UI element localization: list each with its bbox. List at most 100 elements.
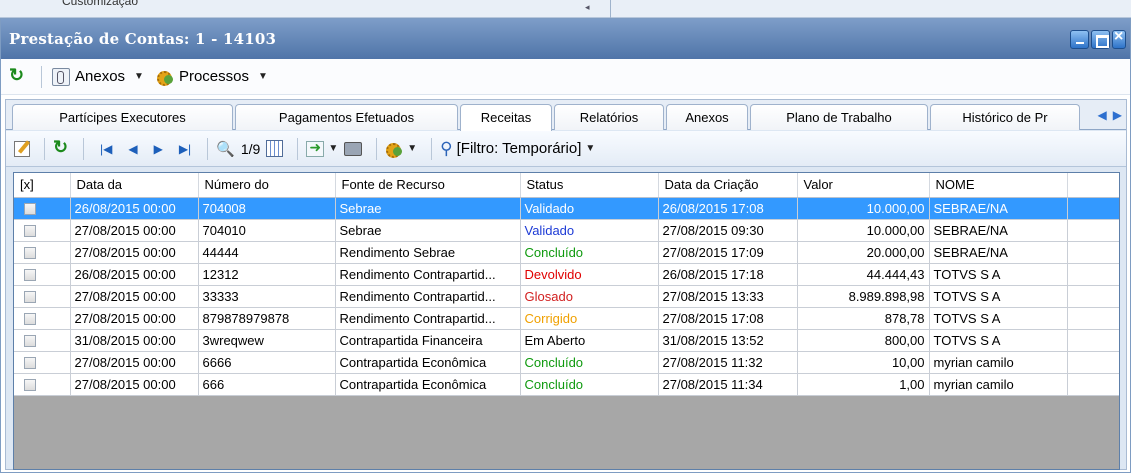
- cell-extra: [1067, 197, 1119, 220]
- cell-nome: TOTVS S A: [929, 263, 1068, 286]
- column-header[interactable]: Data da: [70, 173, 199, 198]
- row-select-cell: [14, 263, 71, 286]
- pin-icon[interactable]: ◂: [585, 2, 590, 13]
- column-header[interactable]: Data da Criação: [658, 173, 798, 198]
- receitas-table: [x] Data da Número do Fonte de Recurso Statu…: [14, 173, 1119, 396]
- edit-button[interactable]: [14, 140, 30, 157]
- anexos-menu[interactable]: Anexos ▼: [52, 67, 144, 86]
- cell-data: 27/08/2015 00:00: [70, 351, 199, 374]
- maximize-button[interactable]: [1091, 30, 1110, 49]
- row-select-cell: [14, 241, 71, 264]
- column-header[interactable]: Status: [520, 173, 659, 198]
- tab-plano-de-trabalho[interactable]: Plano de Trabalho: [750, 104, 928, 130]
- close-button[interactable]: [1112, 28, 1126, 49]
- cell-valor: 10.000,00: [797, 197, 930, 220]
- refresh-icon: [9, 65, 25, 86]
- prev-page-button[interactable]: ◀: [128, 142, 137, 156]
- tab-scroll-right-icon[interactable]: ▶: [1113, 108, 1122, 122]
- cell-valor: 44.444,43: [797, 263, 930, 286]
- export-button[interactable]: ▼: [306, 139, 338, 157]
- tab-label: Anexos: [685, 110, 729, 125]
- row-checkbox[interactable]: [24, 291, 36, 304]
- cell-status: Concluído: [520, 241, 659, 264]
- table-row[interactable]: 26/08/2015 00:00 12312 Rendimento Contrapa…: [14, 263, 1119, 286]
- tab-historico[interactable]: Histórico de Pr: [930, 104, 1080, 130]
- table-row[interactable]: 27/08/2015 00:00 879878979878 Rendimento C…: [14, 307, 1119, 330]
- cell-fonte: Rendimento Sebrae: [335, 241, 521, 264]
- cell-nome: TOTVS S A: [929, 307, 1068, 330]
- window-controls: [1070, 28, 1126, 49]
- filter-dropdown[interactable]: ⚲ [Filtro: Temporário] ▼: [440, 139, 595, 159]
- refresh-button[interactable]: [9, 65, 25, 86]
- grid-toolbar: |◀ ◀ ▶ ▶| 🔍 1/9 ▼ ▼ ⚲ [Filtro: Temporári…: [6, 131, 1126, 167]
- grid-refresh-button[interactable]: [53, 137, 69, 158]
- cell-fonte: Sebrae: [335, 197, 521, 220]
- cell-criacao: 27/08/2015 17:08: [658, 307, 798, 330]
- chevron-down-icon: ▼: [585, 143, 596, 154]
- column-header[interactable]: Valor: [797, 173, 930, 198]
- cell-fonte: Rendimento Contrapartid...: [335, 285, 521, 308]
- row-checkbox[interactable]: [24, 247, 36, 260]
- column-header[interactable]: Número do: [198, 173, 336, 198]
- table-row[interactable]: 26/08/2015 00:00 704008 Sebrae Validado 26/0…: [14, 197, 1119, 220]
- cell-numero: 44444: [198, 241, 336, 264]
- cell-valor: 8.989.898,98: [797, 285, 930, 308]
- chevron-down-icon: ▼: [407, 143, 418, 154]
- cell-status: Glosado: [520, 285, 659, 308]
- cell-valor: 878,78: [797, 307, 930, 330]
- column-header[interactable]: Fonte de Recurso: [335, 173, 521, 198]
- background-label: Customização: [62, 0, 139, 8]
- tab-label: Partícipes Executores: [59, 110, 186, 125]
- cell-data: 27/08/2015 00:00: [70, 241, 199, 264]
- column-header[interactable]: [x]: [14, 173, 71, 198]
- minimize-button[interactable]: [1070, 30, 1089, 49]
- tab-scroll-left-icon[interactable]: ◀: [1098, 108, 1107, 122]
- prestacao-contas-window: Prestação de Contas: 1 - 14103 Anexos ▼ …: [0, 18, 1131, 473]
- tab-label: Histórico de Pr: [962, 110, 1048, 125]
- first-page-button[interactable]: |◀: [100, 142, 112, 156]
- tab-pagamentos-efetuados[interactable]: Pagamentos Efetuados: [235, 104, 458, 130]
- cell-criacao: 26/08/2015 17:08: [658, 197, 798, 220]
- receitas-grid: [x] Data da Número do Fonte de Recurso Statu…: [13, 172, 1120, 470]
- table-row[interactable]: 27/08/2015 00:00 666 Contrapartida Econômi…: [14, 373, 1119, 396]
- print-button[interactable]: [344, 141, 363, 156]
- table-row[interactable]: 31/08/2015 00:00 3wreqwew Contrapartida Fi…: [14, 329, 1119, 352]
- cell-numero: 12312: [198, 263, 336, 286]
- column-header[interactable]: NOME: [929, 173, 1068, 198]
- cell-nome: SEBRAE/NA: [929, 197, 1068, 220]
- table-row[interactable]: 27/08/2015 00:00 704010 Sebrae Validado 27/0…: [14, 219, 1119, 242]
- toolbar-divider: [83, 137, 84, 160]
- cell-nome: TOTVS S A: [929, 285, 1068, 308]
- row-checkbox[interactable]: [24, 357, 36, 370]
- cell-numero: 704008: [198, 197, 336, 220]
- cell-fonte: Contrapartida Econômica: [335, 373, 521, 396]
- tab-receitas[interactable]: Receitas: [460, 104, 552, 131]
- row-checkbox[interactable]: [24, 379, 36, 392]
- table-row[interactable]: 27/08/2015 00:00 6666 Contrapartida Econôm…: [14, 351, 1119, 374]
- process-button[interactable]: ▼: [385, 140, 417, 158]
- window-titlebar[interactable]: Prestação de Contas: 1 - 14103: [1, 19, 1130, 59]
- row-checkbox[interactable]: [24, 335, 36, 348]
- binoculars-icon: 🔍: [216, 140, 235, 158]
- row-checkbox[interactable]: [24, 313, 36, 326]
- cell-valor: 10.000,00: [797, 219, 930, 242]
- find-button[interactable]: 🔍: [216, 140, 235, 158]
- cell-fonte: Contrapartida Econômica: [335, 351, 521, 374]
- row-checkbox[interactable]: [24, 225, 36, 238]
- background-divider: [610, 0, 611, 18]
- tab-anexos[interactable]: Anexos: [666, 104, 748, 130]
- row-checkbox[interactable]: [24, 269, 36, 282]
- column-chooser-button[interactable]: [266, 140, 284, 157]
- filter-icon: ⚲: [440, 138, 453, 158]
- cell-valor: 10,00: [797, 351, 930, 374]
- table-row[interactable]: 27/08/2015 00:00 44444 Rendimento Sebrae Co…: [14, 241, 1119, 264]
- next-page-button[interactable]: ▶: [154, 142, 163, 156]
- cell-data: 31/08/2015 00:00: [70, 329, 199, 352]
- last-page-button[interactable]: ▶|: [179, 142, 191, 156]
- table-row[interactable]: 27/08/2015 00:00 33333 Rendimento Contrapa…: [14, 285, 1119, 308]
- row-checkbox[interactable]: [24, 203, 36, 216]
- content-panel: Partícipes Executores Pagamentos Efetuad…: [5, 99, 1127, 470]
- tab-participes-executores[interactable]: Partícipes Executores: [12, 104, 233, 130]
- tab-relatorios[interactable]: Relatórios: [554, 104, 664, 130]
- processos-menu[interactable]: Processos ▼: [156, 68, 268, 86]
